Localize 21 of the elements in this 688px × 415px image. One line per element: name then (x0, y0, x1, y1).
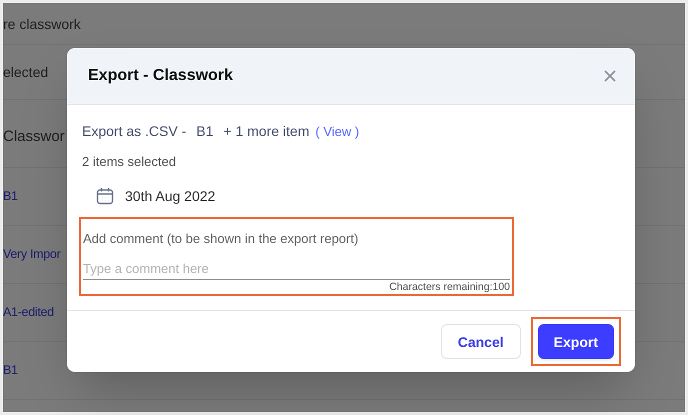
characters-remaining: Characters remaining:100 (389, 280, 510, 294)
export-format: Export as .CSV - (82, 122, 186, 141)
dialog-button[interactable]: Cancel (440, 324, 521, 359)
selection-label: elected (3, 63, 48, 82)
column-header: Classwor (3, 127, 65, 148)
row-link[interactable]: B1 (3, 187, 18, 206)
comment-label: Add comment (to be shown in the export report) (83, 230, 360, 248)
dialog-button[interactable]: Export (538, 324, 614, 359)
comment-field[interactable]: Type a comment here (83, 258, 510, 280)
page-title: re classwork (3, 14, 81, 34)
dialog-title: Export - Classwork (88, 66, 233, 86)
close-icon[interactable] (603, 69, 617, 83)
row-link[interactable]: A1-edited (3, 303, 54, 322)
row-link[interactable]: Very Impor (3, 245, 60, 264)
selected-count: 2 items selected (82, 153, 177, 171)
row-link[interactable]: B1 (3, 361, 18, 380)
view-link[interactable]: ( View ) (315, 122, 360, 142)
first-item: B1 (196, 122, 214, 141)
export-date: 30th Aug 2022 (125, 186, 216, 206)
more-items: + 1 more item (223, 122, 310, 141)
calendar-icon (95, 186, 115, 206)
